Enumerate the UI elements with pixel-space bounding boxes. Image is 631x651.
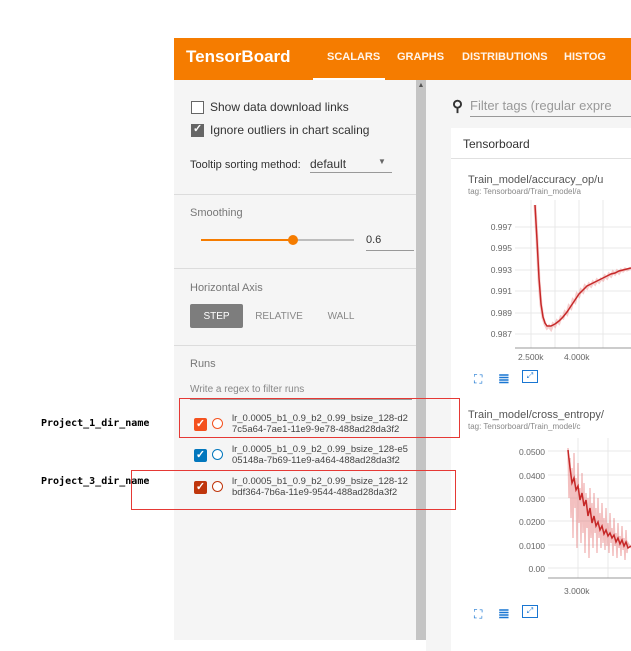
chart-1-raw-line (533, 204, 631, 333)
fullscreen-icon[interactable]: ⛶ (474, 607, 482, 622)
axis-relative-button[interactable]: RELATIVE (248, 304, 310, 328)
chart-1-ytick: 0.997 (490, 222, 512, 232)
tab-scalars[interactable]: SCALARS (327, 51, 380, 63)
chart-1-xtick: 4.000k (564, 352, 590, 362)
show-download-links-label: Show data download links (210, 100, 349, 114)
annotation-box-project-1 (179, 398, 460, 438)
chart-1-smoothed-line (534, 204, 631, 327)
scroll-up-icon[interactable]: ▲ (416, 82, 426, 89)
axis-step-label: STEP (203, 311, 230, 322)
annotation-label-project-3: Project_3_dir_name (41, 476, 150, 487)
tab-histograms[interactable]: HISTOG (564, 51, 606, 63)
fit-domain-icon[interactable]: ⤢ (522, 605, 538, 618)
fullscreen-icon[interactable]: ⛶ (474, 372, 482, 387)
log-scale-toggle-icon[interactable]: ≣ (498, 605, 510, 622)
chart-2-ytick: 0.00 (528, 564, 545, 574)
chart-1-ytick: 0.991 (490, 286, 512, 296)
smoothing-input[interactable]: 0.6 (366, 230, 414, 251)
annotation-box-project-3 (131, 470, 456, 510)
tooltip-sorting-value: default (310, 157, 347, 171)
run-2-name-line1: lr_0.0005_b1_0.9_b2_0.99_bsize_128-e5 (232, 444, 408, 455)
dropdown-arrow-icon: ▼ (378, 157, 386, 166)
fit-domain-icon[interactable]: ⤢ (522, 370, 538, 383)
axis-relative-label: RELATIVE (255, 311, 303, 322)
app-title: TensorBoard (186, 47, 291, 66)
runs-filter-placeholder: Write a regex to filter runs (190, 384, 305, 395)
tab-graphs[interactable]: GRAPHS (397, 51, 444, 63)
sidebar-scrollbar[interactable] (416, 80, 426, 640)
tooltip-sorting-select[interactable]: default ▼ (310, 152, 392, 173)
chart-1-ytick: 0.989 (490, 308, 512, 318)
ignore-outliers-label: Ignore outliers in chart scaling (210, 123, 370, 137)
group-title: Tensorboard (463, 137, 530, 151)
ignore-outliers-checkbox[interactable] (191, 122, 204, 137)
annotation-label-project-1: Project_1_dir_name (41, 418, 150, 429)
chart-2-ytick: 0.0100 (519, 541, 545, 551)
chart-1-tag: tag: Tensorboard/Train_model/a (468, 187, 581, 196)
divider (174, 194, 416, 195)
slider-handle[interactable] (288, 235, 298, 245)
chart-2-ytick: 0.0500 (519, 447, 545, 457)
divider (174, 268, 416, 269)
run-2-color-radio[interactable] (212, 449, 223, 460)
chart-1-plot[interactable] (515, 200, 631, 350)
run-2-name-line2: 05148a-7b69-11e9-a464-488ad28da3f2 (232, 455, 400, 466)
tooltip-sorting-label: Tooltip sorting method: (190, 159, 301, 171)
chart-2-plot[interactable] (548, 438, 631, 584)
chart-2-xtick: 3.000k (564, 586, 590, 596)
chart-1-ytick: 0.987 (490, 329, 512, 339)
chart-2-ytick: 0.0200 (519, 517, 545, 527)
group-header[interactable]: Tensorboard (451, 128, 631, 159)
axis-step-button[interactable]: STEP (190, 304, 243, 328)
chart-2-raw-line (567, 447, 631, 561)
smoothing-value: 0.6 (366, 234, 382, 246)
runs-label: Runs (190, 358, 216, 370)
chart-2-title: Train_model/cross_entropy/ (468, 409, 604, 421)
log-scale-toggle-icon[interactable]: ≣ (498, 370, 510, 387)
top-app-bar: TensorBoard SCALARS GRAPHS DISTRIBUTIONS… (174, 38, 631, 80)
run-2-name: lr_0.0005_b1_0.9_b2_0.99_bsize_128-e5 05… (232, 444, 408, 466)
show-download-links-checkbox[interactable] (191, 101, 204, 114)
tab-distributions[interactable]: DISTRIBUTIONS (462, 51, 548, 63)
chart-1-title: Train_model/accuracy_op/u (468, 174, 604, 186)
chart-2-tag: tag: Tensorboard/Train_model/c (468, 422, 581, 431)
divider (174, 345, 416, 346)
tag-filter-input[interactable]: Filter tags (regular expre (470, 96, 631, 117)
chart-2-ytick: 0.0400 (519, 471, 545, 481)
tag-filter-placeholder: Filter tags (regular expre (470, 98, 612, 113)
run-2-checkbox[interactable]: ✓ (194, 449, 207, 462)
chart-1-xtick: 2.500k (518, 352, 544, 362)
smoothing-slider[interactable] (201, 235, 354, 245)
horizontal-axis-label: Horizontal Axis (190, 282, 263, 294)
chart-1-ytick: 0.995 (490, 243, 512, 253)
chart-2-ytick: 0.0300 (519, 494, 545, 504)
slider-fill (201, 239, 293, 241)
axis-wall-label: WALL (327, 311, 355, 322)
axis-wall-button[interactable]: WALL (318, 304, 364, 328)
chart-1-ytick: 0.993 (490, 265, 512, 275)
smoothing-label: Smoothing (190, 207, 243, 219)
search-icon: ⚲ (452, 98, 463, 115)
